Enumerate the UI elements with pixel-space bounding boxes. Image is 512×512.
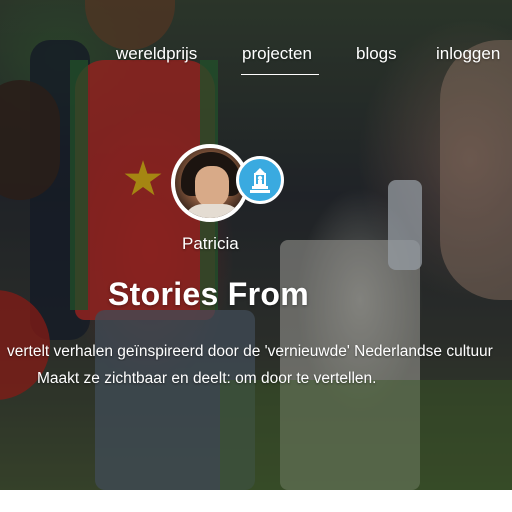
author-name[interactable]: Patricia bbox=[182, 234, 239, 254]
nav-link-projecten[interactable]: projecten bbox=[242, 40, 312, 72]
monument-icon bbox=[236, 156, 284, 204]
project-title: Stories From bbox=[108, 276, 309, 312]
nav-link-blogs[interactable]: blogs bbox=[356, 40, 397, 72]
monument-icon-graphic bbox=[250, 168, 270, 193]
nav-link-inloggen[interactable]: inloggen bbox=[436, 40, 500, 72]
nav-link-wereldprijs[interactable]: wereldprijs bbox=[116, 40, 197, 72]
page-bottom-strip bbox=[0, 490, 512, 512]
project-description-line-1: vertelt verhalen geïnspireerd door de 'v… bbox=[7, 343, 493, 360]
avatar-face bbox=[195, 166, 229, 208]
active-nav-indicator bbox=[241, 74, 319, 75]
project-description-line-2: Maakt ze zichtbaar en deelt: om door te … bbox=[37, 370, 377, 387]
